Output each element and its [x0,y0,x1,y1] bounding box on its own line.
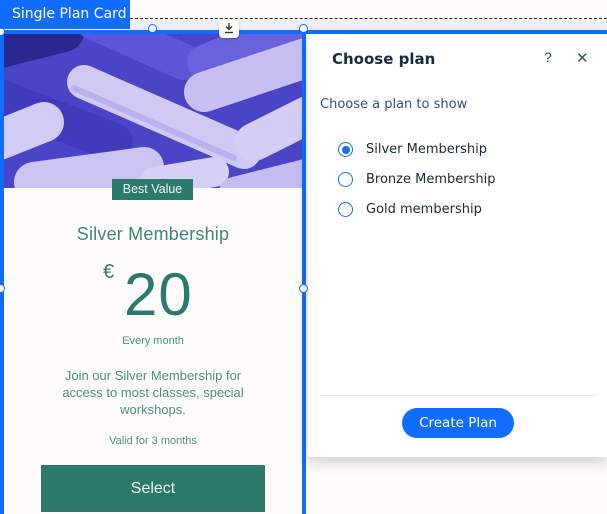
section-guide-line [130,18,607,19]
radio-button[interactable] [338,202,353,217]
resize-handle-top-right[interactable] [299,24,308,33]
plan-name: Silver Membership [76,224,230,244]
panel-title: Choose plan [332,50,436,68]
currency-symbol: € [103,261,115,283]
panel-subtitle: Choose a plan to show [320,97,468,112]
choose-plan-panel: Choose plan ? ✕ Choose a plan to show Si… [308,34,607,457]
close-button[interactable]: ✕ [576,49,589,67]
plan-option-bronze[interactable]: Bronze Membership [338,172,495,187]
download-button[interactable] [219,19,239,38]
plan-option-label: Bronze Membership [366,172,496,187]
plan-option-silver[interactable]: Silver Membership [338,142,487,157]
single-plan-card[interactable]: Best Value Silver Membership € 20 Every … [4,32,302,514]
download-icon [223,19,235,38]
panel-divider [320,395,597,396]
help-icon: ? [544,49,552,65]
billing-frequency: Every month [122,335,184,347]
close-icon: ✕ [576,50,589,67]
radio-button[interactable] [338,172,353,187]
plan-description: Join our Silver Membership for access to… [62,368,244,417]
radio-button-checked[interactable] [338,142,353,157]
plan-option-gold[interactable]: Gold membership [338,202,482,217]
plan-validity: Valid for 3 months [109,435,197,447]
best-value-badge: Best Value [112,179,193,200]
resize-handle-top-center[interactable] [148,24,157,33]
resize-handle-right[interactable] [299,284,308,293]
selection-frame-left [0,30,4,514]
help-button[interactable]: ? [544,49,552,65]
plan-option-label: Gold membership [366,202,482,217]
create-plan-button[interactable]: Create Plan [402,408,514,438]
plan-option-label: Silver Membership [366,142,487,157]
plan-price: 20 [124,261,193,328]
plan-hero-image [4,32,302,188]
selected-element-label[interactable]: Single Plan Card [0,0,130,29]
selection-frame-right [302,30,306,514]
select-plan-button[interactable]: Select [41,465,265,512]
